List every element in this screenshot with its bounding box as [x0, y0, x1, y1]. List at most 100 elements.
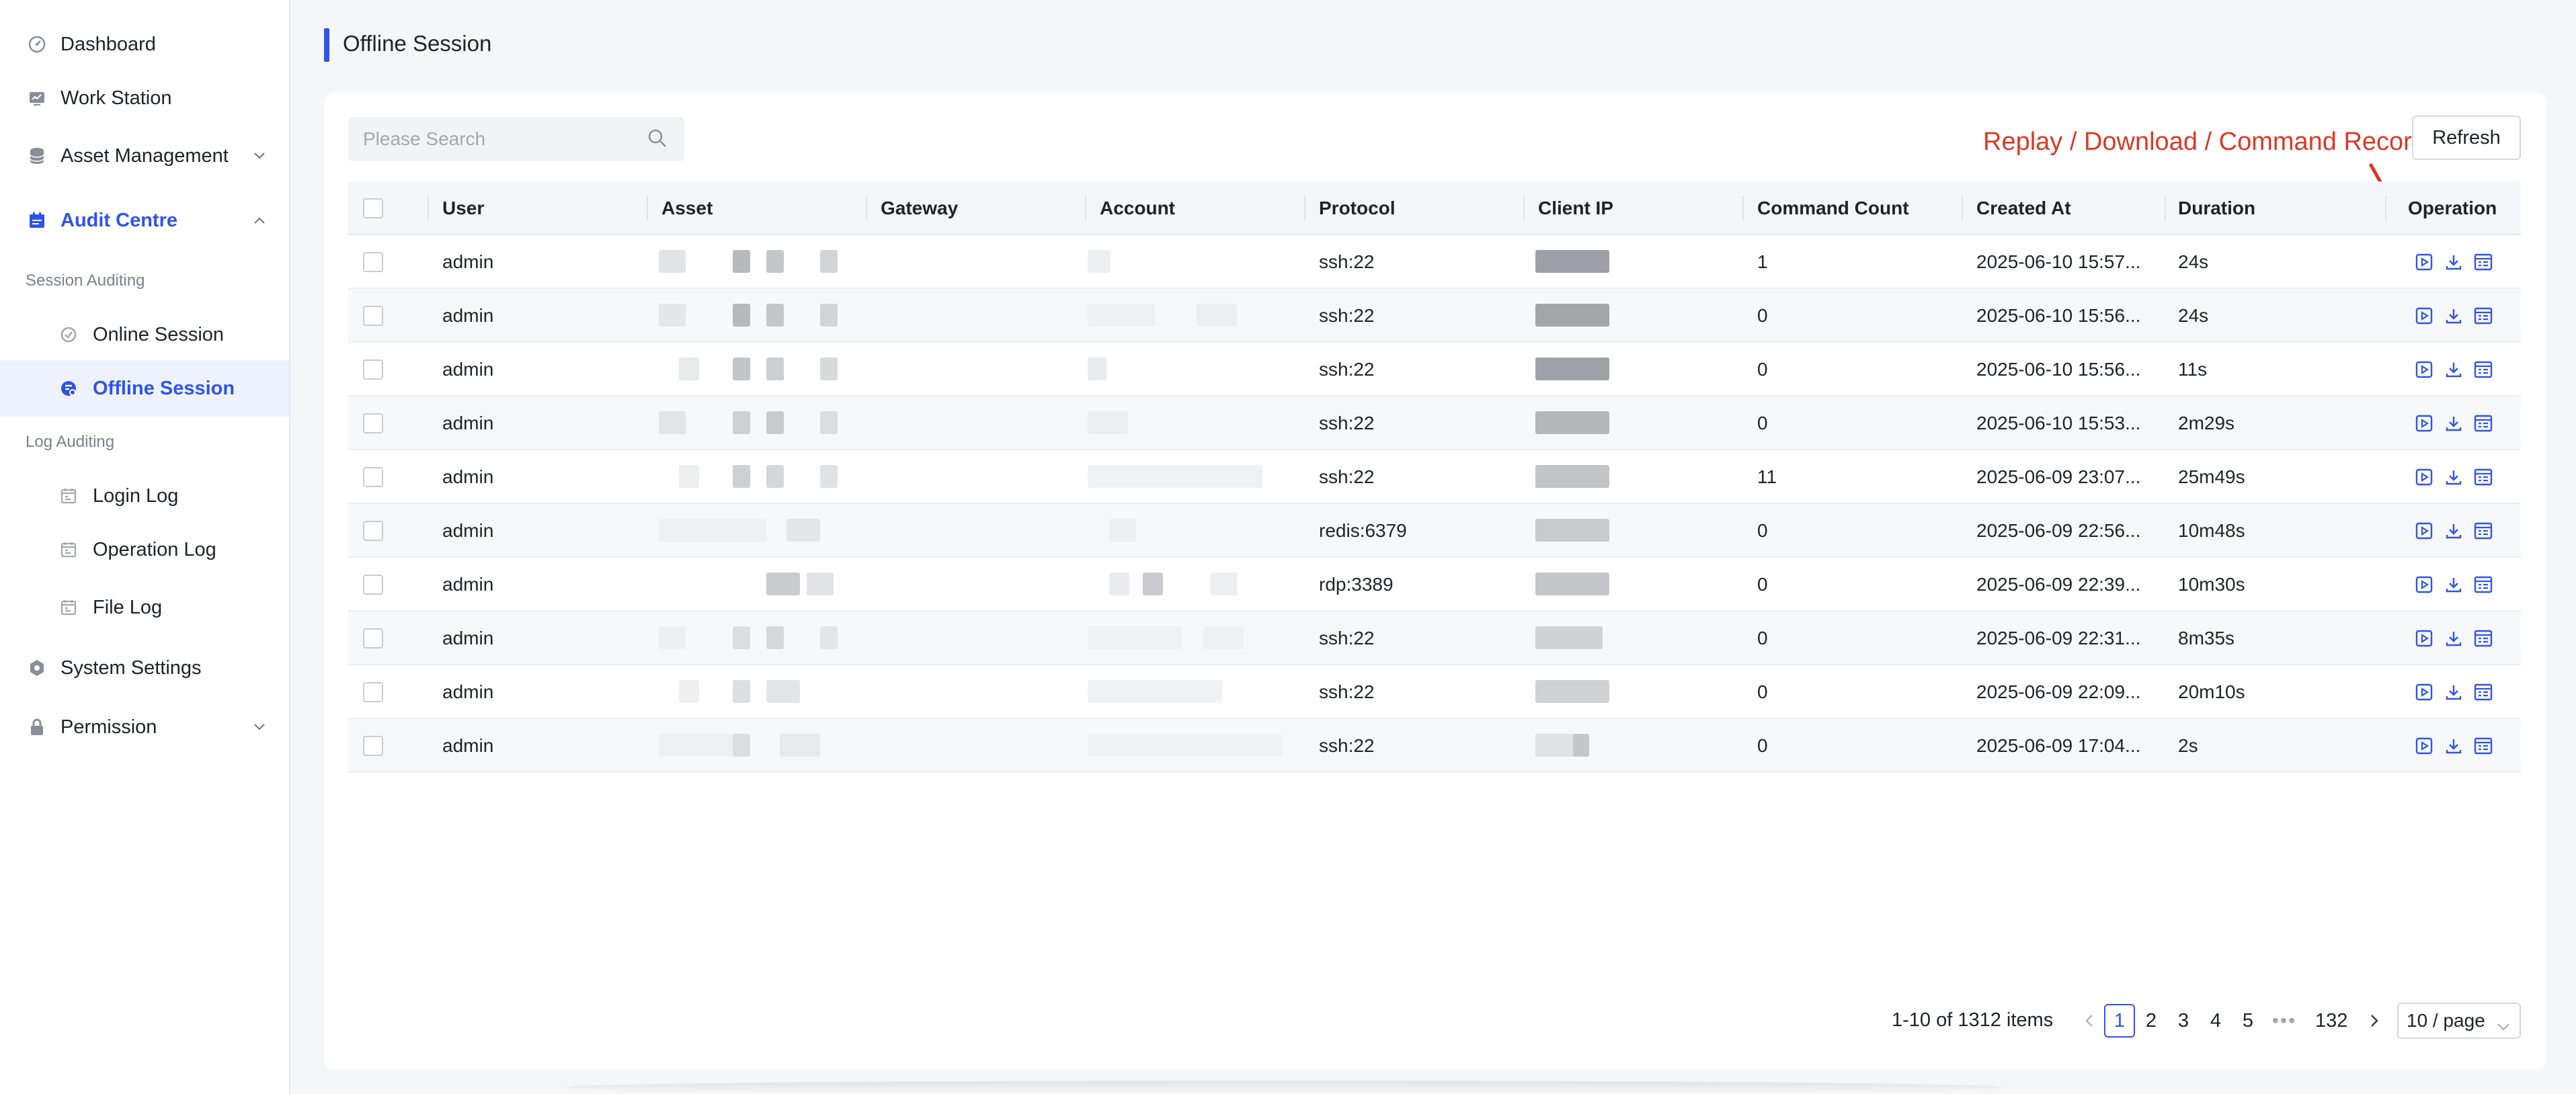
prev-page-icon[interactable] [2075, 1004, 2104, 1038]
sidebar-item-permission[interactable]: Permission [0, 700, 289, 754]
pagination-ellipsis[interactable]: ••• [2269, 1004, 2299, 1038]
replay-icon[interactable] [2413, 305, 2435, 327]
table-row[interactable]: admin ssh:22 0 2025-06-10 15:53... 2m29s [348, 396, 2521, 450]
command-record-icon[interactable] [2472, 735, 2494, 757]
replay-icon[interactable] [2413, 735, 2435, 757]
next-page-icon[interactable] [2360, 1004, 2389, 1038]
chevron-down-icon [253, 149, 266, 163]
download-icon[interactable] [2443, 735, 2464, 757]
column-header-client-ip[interactable]: Client IP [1538, 181, 1613, 235]
table-row[interactable]: admin ssh:22 11 2025-06-09 23:07... 25m49s [348, 450, 2521, 504]
page-button-current[interactable]: 1 [2104, 1004, 2135, 1038]
table-row[interactable]: admin redis:6379 0 2025-06-09 22:56... 10m48… [348, 504, 2521, 558]
table-row[interactable]: admin ssh:22 0 2025-06-10 15:56... 11s [348, 343, 2521, 396]
command-record-icon[interactable] [2472, 466, 2494, 488]
redacted-asset [659, 519, 766, 542]
sidebar-item-offline-session[interactable]: Offline Session [0, 360, 289, 417]
redacted-client-ip [1535, 304, 1609, 327]
sidebar-item-file-log[interactable]: File Log [0, 579, 289, 636]
row-checkbox[interactable] [363, 575, 383, 595]
column-header-created-at[interactable]: Created At [1976, 181, 2071, 235]
redacted-asset [733, 304, 750, 327]
page-button[interactable]: 5 [2233, 1004, 2263, 1038]
page-button-last[interactable]: 132 [2315, 1004, 2347, 1038]
redacted-asset [679, 357, 699, 380]
column-header-user[interactable]: User [442, 181, 484, 235]
command-record-icon[interactable] [2472, 305, 2494, 327]
replay-icon[interactable] [2413, 413, 2435, 434]
sidebar-item-dashboard[interactable]: Dashboard [0, 17, 289, 71]
replay-icon[interactable] [2413, 359, 2435, 380]
table-row[interactable]: admin ssh:22 0 2025-06-09 17:04... 2s [348, 719, 2521, 773]
redacted-account [1197, 304, 1237, 327]
sidebar-item-asset-management[interactable]: Asset Management [0, 129, 289, 183]
refresh-button[interactable]: Refresh [2412, 116, 2521, 160]
command-record-icon[interactable] [2472, 574, 2494, 595]
replay-icon[interactable] [2413, 251, 2435, 273]
replay-icon[interactable] [2413, 628, 2435, 649]
row-checkbox[interactable] [363, 467, 383, 487]
chevron-down-icon [2497, 1015, 2510, 1036]
download-icon[interactable] [2443, 520, 2464, 542]
table-row[interactable]: admin ssh:22 0 2025-06-09 22:31... 8m35s [348, 612, 2521, 665]
row-checkbox[interactable] [363, 736, 383, 756]
sidebar-item-online-session[interactable]: Online Session [0, 306, 289, 363]
replay-icon[interactable] [2413, 574, 2435, 595]
download-icon[interactable] [2443, 466, 2464, 488]
sidebar-item-audit-centre[interactable]: Audit Centre [0, 194, 289, 247]
row-checkbox[interactable] [363, 252, 383, 272]
command-record-icon[interactable] [2472, 520, 2494, 542]
search-input[interactable] [348, 117, 684, 161]
bottom-shadow [565, 1081, 2003, 1094]
replay-icon[interactable] [2413, 520, 2435, 542]
command-record-icon[interactable] [2472, 681, 2494, 703]
sidebar-item-work-station[interactable]: Work Station [0, 71, 289, 125]
row-checkbox[interactable] [363, 521, 383, 541]
download-icon[interactable] [2443, 359, 2464, 380]
redacted-asset [659, 626, 686, 649]
sidebar-item-system-settings[interactable]: System Settings [0, 641, 289, 695]
column-header-gateway[interactable]: Gateway [881, 181, 958, 235]
page-button[interactable]: 2 [2136, 1004, 2166, 1038]
replay-icon[interactable] [2413, 681, 2435, 703]
column-header-protocol[interactable]: Protocol [1319, 181, 1396, 235]
cell-protocol: redis:6379 [1319, 520, 1407, 541]
row-checkbox[interactable] [363, 413, 383, 433]
column-header-duration[interactable]: Duration [2178, 181, 2255, 235]
table-row[interactable]: admin rdp:3389 0 2025-06-09 22:39... 10m30s [348, 558, 2521, 612]
download-icon[interactable] [2443, 251, 2464, 273]
column-header-operation: Operation [2408, 198, 2497, 218]
page-button[interactable]: 4 [2201, 1004, 2230, 1038]
table-row[interactable]: admin ssh:22 0 2025-06-09 22:09... 20m10s [348, 665, 2521, 719]
sidebar-item-login-log[interactable]: Login Log [0, 468, 289, 524]
download-icon[interactable] [2443, 628, 2464, 649]
command-record-icon[interactable] [2472, 359, 2494, 380]
column-header-asset[interactable]: Asset [661, 181, 713, 235]
download-icon[interactable] [2443, 574, 2464, 595]
download-icon[interactable] [2443, 305, 2464, 327]
row-checkbox[interactable] [363, 360, 383, 380]
row-checkbox[interactable] [363, 682, 383, 702]
cell-duration: 10m48s [2178, 520, 2245, 541]
download-icon[interactable] [2443, 681, 2464, 703]
row-checkbox[interactable] [363, 306, 383, 326]
column-header-account[interactable]: Account [1100, 181, 1175, 235]
table-row[interactable]: admin ssh:22 0 2025-06-10 15:56... 24s [348, 289, 2521, 343]
cell-created-at: 2025-06-10 15:57... [1976, 251, 2141, 272]
command-record-icon[interactable] [2472, 628, 2494, 649]
table-row[interactable]: admin ssh:22 1 2025-06-10 15:57... 24s [348, 235, 2521, 289]
sidebar-item-operation-log[interactable]: Operation Log [0, 521, 289, 578]
replay-icon[interactable] [2413, 466, 2435, 488]
page-size-select[interactable]: 10 / page [2397, 1003, 2521, 1039]
command-record-icon[interactable] [2472, 413, 2494, 434]
page-button[interactable]: 3 [2169, 1004, 2198, 1038]
column-header-command-count[interactable]: Command Count [1757, 181, 1909, 235]
command-record-icon[interactable] [2472, 251, 2494, 273]
redacted-asset [766, 680, 800, 703]
search-icon[interactable] [647, 128, 668, 149]
cell-command-count: 1 [1757, 251, 1768, 272]
row-checkbox[interactable] [363, 628, 383, 648]
select-all-checkbox[interactable] [363, 198, 383, 218]
database-icon [27, 146, 47, 166]
download-icon[interactable] [2443, 413, 2464, 434]
